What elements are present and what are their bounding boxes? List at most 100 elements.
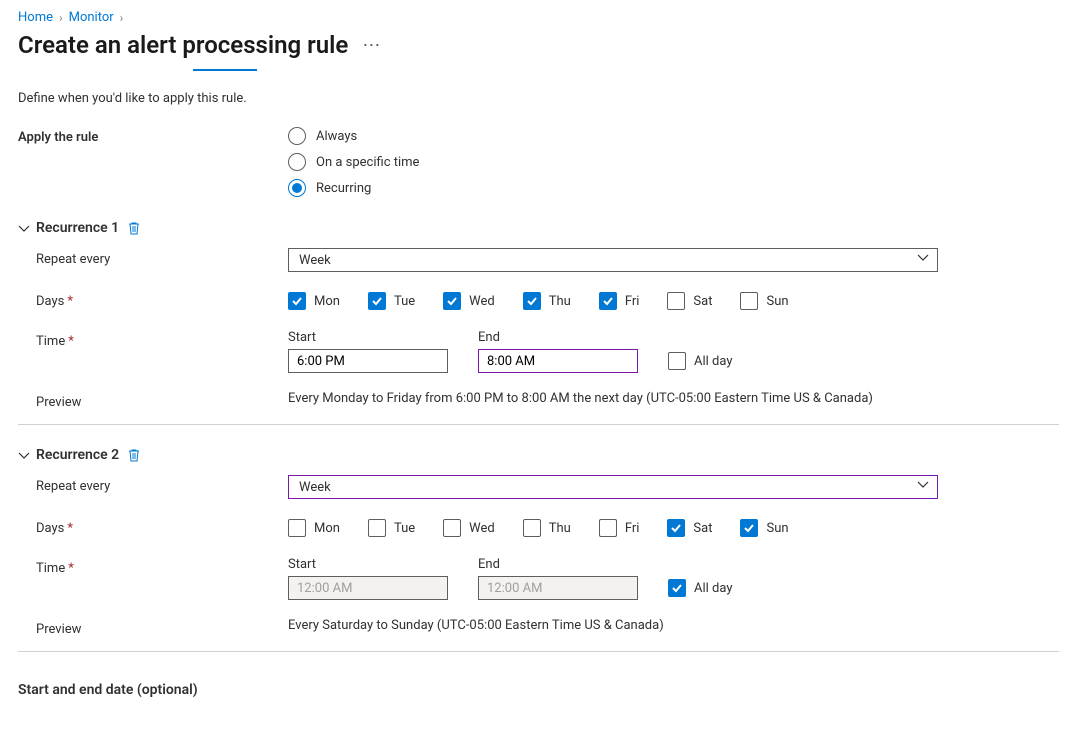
day-checkbox-mon[interactable]: Mon: [288, 292, 340, 310]
day-label-thu: Thu: [549, 521, 571, 536]
active-tab-indicator: [193, 69, 257, 71]
day-label-sun: Sun: [766, 521, 788, 536]
day-checkbox-tue[interactable]: Tue: [368, 519, 415, 537]
day-label-fri: Fri: [625, 521, 640, 536]
repeat-every-select-1[interactable]: Week: [288, 248, 938, 272]
days-row-1: Mon Tue Wed Thu Fri Sat Sun: [288, 290, 1059, 310]
start-label-1: Start: [288, 330, 448, 345]
radio-always-label: Always: [316, 129, 357, 144]
chevron-down-icon: [917, 479, 929, 495]
all-day-label-1: All day: [694, 354, 733, 369]
recurrence-1-title: Recurrence 1: [36, 220, 119, 236]
time-label-1: Time*: [18, 330, 288, 349]
repeat-every-value-1: Week: [299, 253, 331, 268]
day-checkbox-thu[interactable]: Thu: [523, 292, 571, 310]
end-time-input-2: [478, 576, 638, 600]
more-actions-icon[interactable]: ⋯: [362, 35, 382, 56]
chevron-down-icon: [917, 252, 929, 268]
delete-recurrence-2-icon[interactable]: [127, 448, 141, 462]
day-label-thu: Thu: [549, 294, 571, 309]
repeat-every-select-2[interactable]: Week: [288, 475, 938, 499]
chevron-down-icon: [18, 223, 28, 233]
start-label-2: Start: [288, 557, 448, 572]
repeat-every-value-2: Week: [299, 480, 331, 495]
checkbox-icon: [523, 292, 541, 310]
start-time-input-2: [288, 576, 448, 600]
day-label-wed: Wed: [469, 521, 495, 536]
preview-text-2: Every Saturday to Sunday (UTC-05:00 East…: [288, 618, 664, 633]
all-day-checkbox-1[interactable]: All day: [668, 352, 733, 373]
checkbox-icon: [667, 519, 685, 537]
radio-recurring-label: Recurring: [316, 181, 371, 196]
day-checkbox-sun[interactable]: Sun: [740, 292, 788, 310]
checkbox-icon: [288, 519, 306, 537]
day-checkbox-sat[interactable]: Sat: [667, 292, 712, 310]
divider: [18, 424, 1059, 425]
day-label-sat: Sat: [693, 521, 712, 536]
checkbox-icon: [599, 292, 617, 310]
checkbox-icon: [599, 519, 617, 537]
days-label-1: Days*: [18, 290, 288, 309]
day-label-wed: Wed: [469, 294, 495, 309]
checkbox-icon: [443, 292, 461, 310]
checkbox-icon: [668, 352, 686, 370]
end-time-input-1[interactable]: [478, 349, 638, 373]
preview-label-2: Preview: [18, 618, 288, 637]
day-label-fri: Fri: [625, 294, 640, 309]
day-checkbox-wed[interactable]: Wed: [443, 292, 495, 310]
end-label-2: End: [478, 557, 638, 572]
day-checkbox-fri[interactable]: Fri: [599, 292, 640, 310]
radio-recurring[interactable]: Recurring: [288, 178, 1059, 198]
checkbox-icon: [368, 292, 386, 310]
day-checkbox-tue[interactable]: Tue: [368, 292, 415, 310]
breadcrumb-monitor[interactable]: Monitor: [69, 10, 114, 25]
delete-recurrence-1-icon[interactable]: [127, 221, 141, 235]
end-label-1: End: [478, 330, 638, 345]
chevron-down-icon: [18, 450, 28, 460]
day-checkbox-wed[interactable]: Wed: [443, 519, 495, 537]
day-label-sun: Sun: [766, 294, 788, 309]
breadcrumb: Home › Monitor ›: [18, 10, 1059, 25]
radio-specific-time[interactable]: On a specific time: [288, 152, 1059, 172]
checkbox-icon: [443, 519, 461, 537]
day-checkbox-sat[interactable]: Sat: [667, 519, 712, 537]
apply-rule-radio-group: Always On a specific time Recurring: [288, 126, 1059, 198]
day-label-sat: Sat: [693, 294, 712, 309]
all-day-label-2: All day: [694, 581, 733, 596]
checkbox-icon: [523, 519, 541, 537]
day-label-mon: Mon: [314, 294, 340, 309]
day-label-tue: Tue: [394, 294, 415, 309]
days-row-2: Mon Tue Wed Thu Fri Sat Sun: [288, 517, 1059, 537]
radio-always[interactable]: Always: [288, 126, 1059, 146]
chevron-right-icon: ›: [120, 11, 124, 25]
repeat-every-label-1: Repeat every: [18, 248, 288, 267]
intro-text: Define when you'd like to apply this rul…: [18, 91, 1059, 106]
days-label-2: Days*: [18, 517, 288, 536]
checkbox-icon: [740, 292, 758, 310]
time-label-2: Time*: [18, 557, 288, 576]
divider: [18, 651, 1059, 652]
checkbox-icon: [740, 519, 758, 537]
day-checkbox-sun[interactable]: Sun: [740, 519, 788, 537]
day-label-mon: Mon: [314, 521, 340, 536]
start-time-input-1[interactable]: [288, 349, 448, 373]
day-checkbox-thu[interactable]: Thu: [523, 519, 571, 537]
preview-label-1: Preview: [18, 391, 288, 410]
checkbox-icon: [667, 292, 685, 310]
start-end-date-heading: Start and end date (optional): [18, 682, 1059, 698]
breadcrumb-home[interactable]: Home: [18, 10, 53, 25]
day-checkbox-fri[interactable]: Fri: [599, 519, 640, 537]
all-day-checkbox-2[interactable]: All day: [668, 579, 733, 600]
recurrence-2-header[interactable]: Recurrence 2: [18, 447, 1059, 463]
page-title: Create an alert processing rule: [18, 31, 348, 59]
day-label-tue: Tue: [394, 521, 415, 536]
recurrence-2-title: Recurrence 2: [36, 447, 119, 463]
chevron-right-icon: ›: [59, 11, 63, 25]
apply-rule-label: Apply the rule: [18, 126, 288, 145]
day-checkbox-mon[interactable]: Mon: [288, 519, 340, 537]
repeat-every-label-2: Repeat every: [18, 475, 288, 494]
checkbox-icon: [368, 519, 386, 537]
preview-text-1: Every Monday to Friday from 6:00 PM to 8…: [288, 391, 873, 406]
checkbox-icon: [668, 579, 686, 597]
recurrence-1-header[interactable]: Recurrence 1: [18, 220, 1059, 236]
